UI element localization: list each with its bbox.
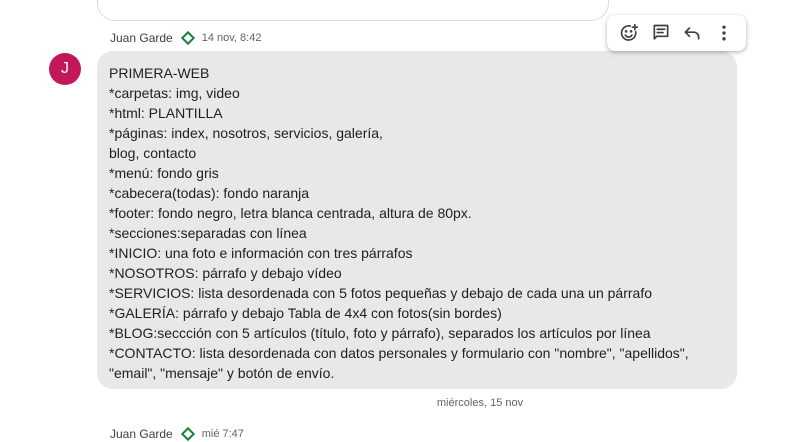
add-reaction-button[interactable] — [616, 20, 642, 46]
message-line: *SERVICIOS: lista desordenada con 5 foto… — [109, 285, 652, 301]
sender-name[interactable]: Juan Garde — [110, 31, 173, 45]
message-timestamp: 14 nov, 8:42 — [201, 32, 262, 44]
message-line: *secciones:separadas con línea — [109, 225, 307, 241]
reply-in-thread-button[interactable] — [648, 20, 674, 46]
more-options-icon — [722, 25, 726, 41]
message-line: *NOSOTROS: párrafo y debajo vídeo — [109, 265, 342, 281]
message-line: *html: PLANTILLA — [109, 105, 223, 121]
date-divider: miércoles, 15 nov — [436, 397, 524, 409]
add-reaction-icon — [620, 23, 639, 41]
message-bubble[interactable]: PRIMERA-WEB *carpetas: img, video *html:… — [97, 51, 737, 389]
sender-name[interactable]: Juan Garde — [110, 427, 173, 441]
more-options-button[interactable] — [711, 20, 737, 46]
message-header: Juan Garde 14 nov, 8:42 — [110, 30, 261, 46]
verified-diamond-icon — [180, 426, 195, 442]
message-line: PRIMERA-WEB — [109, 65, 210, 81]
message-line: *páginas: index, nosotros, servicios, ga… — [109, 125, 383, 141]
message-line: blog, contacto — [109, 145, 197, 161]
message-line: "email", "mensaje" y botón de envío. — [109, 365, 335, 381]
chat-stream: Juan Garde 14 nov, 8:42 J PRIMERA-WEB *c… — [0, 0, 799, 442]
message-timestamp: mié 7:47 — [201, 428, 244, 440]
reply-in-thread-icon — [653, 24, 669, 40]
quote-reply-button[interactable] — [679, 20, 705, 46]
message-line: *carpetas: img, video — [109, 85, 240, 101]
message-line: *INICIO: una foto e información con tres… — [109, 245, 413, 261]
message-line: *footer: fondo negro, letra blanca centr… — [109, 205, 472, 221]
message-line: *BLOG:seccción con 5 artículos (título, … — [109, 325, 651, 341]
previous-message-bubble — [97, 0, 609, 21]
avatar-initial: J — [61, 60, 69, 77]
message-actions-toolbar — [607, 15, 746, 51]
message-header: Juan Garde mié 7:47 — [110, 426, 244, 442]
message-line: *cabecera(todas): fondo naranja — [109, 185, 310, 201]
quote-reply-icon — [684, 27, 700, 40]
avatar[interactable]: J — [49, 53, 81, 85]
message-line: *menú: fondo gris — [109, 165, 219, 181]
message-line: *CONTACTO: lista desordenada con datos p… — [109, 345, 689, 361]
message-line: *GALERÍA: párrafo y debajo Tabla de 4x4 … — [109, 305, 502, 321]
verified-diamond-icon — [180, 30, 195, 46]
